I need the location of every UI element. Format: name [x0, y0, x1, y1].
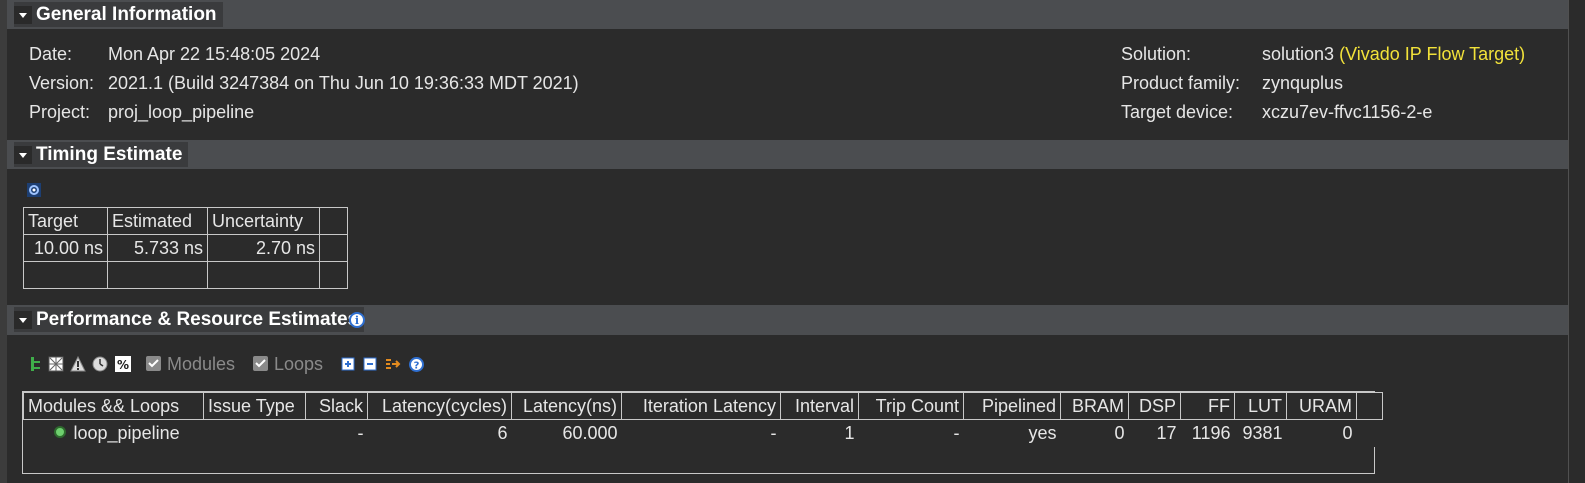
empty-cell [319, 261, 348, 289]
modules-checkbox[interactable] [146, 356, 161, 371]
percent-icon[interactable]: % [115, 356, 131, 372]
goto-source-icon[interactable] [385, 356, 401, 372]
dsp-cell: 17 [1156, 422, 1177, 443]
version-value: 2021.1 (Build 3247384 on Thu Jun 10 19:3… [108, 73, 579, 93]
bram-cell: 0 [1114, 422, 1125, 443]
expand-all-icon[interactable] [340, 356, 356, 372]
column-header[interactable]: Pipelined [963, 392, 1061, 420]
collapse-all-icon[interactable] [362, 356, 378, 372]
vertical-scrollbar[interactable] [1568, 0, 1585, 483]
warning-icon[interactable] [70, 356, 86, 372]
general-information-header[interactable]: General Information [7, 0, 1568, 29]
performance-table: Modules && Loops Issue Type Slack Latenc… [23, 392, 1383, 447]
timing-table: Target Estimated Uncertainty 10.00 ns 5.… [23, 207, 348, 289]
empty-cell [107, 261, 208, 289]
svg-text:%: % [117, 358, 129, 372]
column-header[interactable]: Slack [305, 392, 368, 420]
uram-cell: 0 [1342, 422, 1353, 443]
table-row: 10.00 ns 5.733 ns 2.70 ns [23, 234, 348, 262]
column-header[interactable]: Latency(ns) [511, 392, 622, 420]
loops-checkbox[interactable] [253, 356, 268, 371]
modules-checkbox-label[interactable]: Modules [167, 354, 235, 375]
estimated-cell: 5.733 ns [107, 234, 208, 262]
hierarchy-icon[interactable] [28, 356, 44, 372]
module-status-icon [53, 426, 66, 438]
uncertainty-cell: 2.70 ns [207, 234, 320, 262]
target-cell: 10.00 ns [23, 234, 108, 262]
column-header: Uncertainty [207, 207, 320, 235]
empty-cell [319, 234, 348, 262]
iteration-latency-cell: - [770, 422, 777, 443]
timer-icon[interactable] [92, 356, 108, 372]
column-header-empty [319, 207, 348, 235]
column-header: Target [23, 207, 108, 235]
help-icon[interactable]: ? [408, 356, 424, 372]
target-device-value: xczu7ev-ffvc1156-2-e [1262, 102, 1433, 122]
table-row[interactable]: loop_pipeline - 6 60.000 - 1 - yes 0 17 … [24, 420, 1383, 447]
issue-type-cell [204, 420, 306, 447]
ff-cell: 1196 [1191, 422, 1231, 443]
empty-cell [23, 261, 108, 289]
table-row-empty [23, 261, 348, 289]
trip-count-cell: - [953, 422, 960, 443]
column-header[interactable]: Iteration Latency [621, 392, 781, 420]
project-value: proj_loop_pipeline [108, 102, 255, 122]
solution-value: solution3 (Vivado IP Flow Target) [1262, 44, 1525, 65]
pipelined-cell: yes [1028, 422, 1057, 443]
table-header-row: Target Estimated Uncertainty [23, 207, 348, 235]
section-title-general: General Information [36, 3, 217, 25]
slack-cell: - [357, 422, 364, 443]
solution-name: solution3 [1262, 44, 1335, 64]
info-icon[interactable]: i [349, 312, 365, 328]
column-header[interactable]: Modules && Loops [23, 392, 204, 420]
column-header[interactable]: Issue Type [203, 392, 306, 420]
latency-cycles-cell: 6 [497, 422, 508, 443]
date-label: Date: [29, 44, 73, 64]
empty-cell [1357, 420, 1383, 447]
column-header-empty [1356, 392, 1383, 420]
column-header[interactable]: Interval [780, 392, 859, 420]
project-label: Project: [29, 102, 91, 122]
column-header[interactable]: BRAM [1060, 392, 1129, 420]
date-value: Mon Apr 22 15:48:05 2024 [108, 44, 321, 64]
solution-flow-target: (Vivado IP Flow Target) [1339, 44, 1526, 64]
column-header[interactable]: LUT [1234, 392, 1287, 420]
column-header[interactable]: Trip Count [858, 392, 964, 420]
timing-settings-icon[interactable] [27, 181, 41, 197]
version-label: Version: [29, 73, 95, 93]
column-header[interactable]: Latency(cycles) [367, 392, 512, 420]
module-name: loop_pipeline [73, 422, 180, 443]
module-name-cell[interactable]: loop_pipeline [24, 420, 204, 447]
product-family-label: Product family: [1121, 73, 1241, 93]
empty-cell [207, 261, 320, 289]
loops-checkbox-label[interactable]: Loops [274, 354, 323, 375]
collapse-triangle-icon[interactable] [14, 145, 32, 164]
latency-ns-cell: 60.000 [562, 422, 618, 443]
table-header-row: Modules && Loops Issue Type Slack Latenc… [23, 392, 1383, 420]
column-header[interactable]: DSP [1128, 392, 1181, 420]
section-title-timing: Timing Estimate [36, 143, 183, 165]
column-header[interactable]: URAM [1286, 392, 1357, 420]
collapse-triangle-icon[interactable] [14, 5, 32, 24]
section-title-performance: Performance & Resource Estimates [36, 308, 359, 330]
column-header: Estimated [107, 207, 208, 235]
collapse-triangle-icon[interactable] [14, 310, 32, 329]
svg-text:?: ? [413, 360, 419, 371]
solution-label: Solution: [1121, 44, 1192, 64]
interval-cell: 1 [844, 422, 855, 443]
target-device-label: Target device: [1121, 102, 1234, 122]
product-family-value: zynquplus [1262, 73, 1344, 93]
column-header[interactable]: FF [1180, 392, 1235, 420]
lut-cell: 9381 [1242, 422, 1283, 443]
grid-view-icon[interactable] [48, 356, 64, 372]
timing-estimate-header[interactable]: Timing Estimate [7, 140, 1568, 169]
performance-estimates-header[interactable]: Performance & Resource Estimates [7, 305, 1568, 335]
